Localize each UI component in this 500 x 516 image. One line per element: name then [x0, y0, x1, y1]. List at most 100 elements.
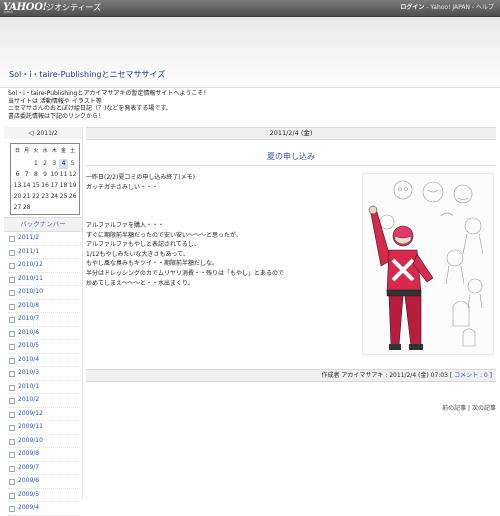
- checkbox-icon: [9, 465, 15, 472]
- calendar-day: 9: [43, 171, 47, 178]
- checkbox-icon: [9, 438, 15, 445]
- calendar-day: 26: [68, 193, 77, 200]
- archive-item[interactable]: 2009/11: [8, 421, 80, 435]
- calendar-day: 1: [33, 160, 38, 167]
- calendar-day: 23: [41, 193, 49, 200]
- archive-label: 2009/12: [18, 409, 43, 417]
- calendar-dow: 日: [14, 148, 20, 154]
- archive-item[interactable]: 2010/4: [8, 354, 80, 367]
- archive-label: 2009/5: [18, 490, 40, 498]
- checkbox-icon: [9, 303, 15, 310]
- prev-post-link[interactable]: 前の記事: [442, 405, 466, 412]
- character-illustration-image: [368, 180, 484, 350]
- checkbox-icon: [9, 263, 15, 269]
- archive-item[interactable]: 2009/12: [8, 408, 80, 421]
- calendar-day: 11: [59, 171, 68, 178]
- service-name[interactable]: ジオシティーズ: [46, 1, 101, 15]
- archive-label: 2009/11: [18, 423, 43, 430]
- archive-label: 2009/6: [18, 477, 40, 484]
- blog-header: Sol・i・taire-Publishingとニセマササイズ: [0, 17, 500, 88]
- archive-label: 2010/4: [18, 355, 40, 363]
- checkbox-icon: [9, 384, 15, 391]
- checkbox-icon: [9, 317, 15, 323]
- archive-item[interactable]: 2010/2: [8, 394, 80, 408]
- checkbox-icon: [9, 479, 15, 485]
- archive-item[interactable]: 2011/2: [8, 232, 80, 246]
- calendar-day: 8: [33, 171, 38, 178]
- intro-line: Sol・i・taire-Publishingとアカイマサアキの暫定情報サイトへよ…: [8, 90, 210, 97]
- archive-label: 2010/10: [18, 288, 43, 295]
- archive-item[interactable]: 2010/7: [8, 313, 80, 327]
- post-title[interactable]: 夏の申し込み: [86, 151, 496, 162]
- calendar-day: 24: [50, 193, 59, 200]
- calendar-day: 5: [70, 160, 75, 167]
- archive-item[interactable]: 2010/11: [8, 273, 80, 286]
- calendar-day[interactable]: 4: [59, 159, 68, 169]
- calendar-day: 2: [43, 160, 47, 167]
- archive-item[interactable]: 2009/4: [8, 502, 80, 516]
- archive-item[interactable]: 2010/5: [8, 340, 80, 354]
- help-link[interactable]: ヘルプ: [476, 4, 494, 11]
- archive-item[interactable]: 2011/1: [8, 246, 80, 259]
- checkbox-icon: [9, 357, 15, 364]
- archive-item[interactable]: 2010/8: [8, 300, 80, 313]
- calendar-day: 13: [13, 182, 22, 189]
- archive-label: 2009/4: [18, 504, 40, 511]
- blog-title[interactable]: Sol・i・taire-Publishingとニセマササイズ: [9, 69, 165, 80]
- checkbox-icon: [9, 276, 15, 283]
- calendar-day: 3: [52, 160, 57, 167]
- archive-item[interactable]: 2010/12: [8, 259, 80, 273]
- checkbox-icon: [9, 411, 15, 418]
- calendar-day: 20: [13, 193, 22, 200]
- archive-item[interactable]: 2009/10: [8, 435, 80, 448]
- archive-item[interactable]: 2010/10: [8, 286, 80, 300]
- calendar-day: 7: [24, 171, 29, 178]
- checkbox-icon: [9, 506, 15, 512]
- post-body-line: すぐに期限前半額だったので安い安い～～～と思ったが、: [86, 231, 242, 239]
- archive-label: 2010/7: [18, 315, 40, 322]
- calendar-dow: 火: [33, 148, 39, 154]
- calendar-day: 12: [68, 171, 77, 178]
- sidebar: ◁ 2011/2 日月火水木金土 1 2 3 4 5 6 7 8 9 10 11 12 13 14 15 16 17…: [4, 127, 83, 516]
- post-illustration[interactable]: [362, 173, 494, 355]
- archive-label: 2009/8: [18, 450, 40, 457]
- calendar-day: 6: [15, 171, 20, 178]
- archive-label: 2011/2: [18, 234, 40, 241]
- archive-label: 2010/2: [18, 396, 40, 403]
- post-body-line: アルファルファもやしと表記されてるし、: [86, 241, 200, 249]
- checkbox-icon: [9, 452, 15, 458]
- post-body-line: [86, 202, 356, 212]
- comment-link[interactable]: コメント : 0: [454, 372, 488, 379]
- prev-month-icon[interactable]: ◁: [28, 129, 33, 137]
- intro-text: Sol・i・taire-Publishingとアカイマサアキの暫定情報サイトへよ…: [8, 90, 209, 120]
- yahoo-top-bar: YAHOO! ジオシティーズ JAPAN ログイン - Yahoo! JAPAN…: [0, 0, 500, 17]
- login-link[interactable]: ログイン: [400, 4, 424, 11]
- calendar-day: 17: [50, 182, 59, 189]
- yahoo-japan-link[interactable]: Yahoo! JAPAN: [430, 4, 470, 11]
- post-body-line: [86, 211, 356, 221]
- top-links: ログイン - Yahoo! JAPAN - ヘルプ: [400, 4, 494, 11]
- archive-item[interactable]: 2010/1: [8, 381, 80, 394]
- archive-label: 2010/6: [18, 328, 40, 336]
- calendar-dow: 水: [42, 148, 48, 154]
- calendar: 日月火水木金土 1 2 3 4 5 6 7 8 9 10 11 12 13 14 15 16 17 18 19 20 21…: [10, 143, 80, 215]
- calendar-day: 19: [68, 182, 77, 189]
- archive-label: 2010/3: [18, 369, 40, 376]
- yahoo-logo-sub: JAPAN: [4, 10, 13, 14]
- next-post-link[interactable]: 次の記事: [472, 405, 496, 412]
- archive-item[interactable]: 2010/3: [8, 367, 80, 381]
- post-body-line: ガッチガチさみしい・・・: [86, 183, 159, 191]
- post-body-line: [86, 192, 356, 202]
- archive-label: 2009/10: [18, 436, 43, 444]
- checkbox-icon: [9, 249, 15, 256]
- post-navigation: 前の記事 | 次の記事: [442, 405, 496, 412]
- archive-item[interactable]: 2009/6: [8, 475, 80, 489]
- checkbox-icon: [9, 290, 15, 296]
- checkbox-icon: [9, 236, 15, 242]
- archive-item[interactable]: 2009/7: [8, 462, 80, 475]
- archive-item[interactable]: 2010/6: [8, 327, 80, 340]
- archive-label: 2010/5: [18, 342, 40, 349]
- archive-label: 2010/12: [18, 261, 43, 268]
- calendar-day: 27: [13, 204, 22, 211]
- archive-item[interactable]: 2009/8: [8, 448, 80, 462]
